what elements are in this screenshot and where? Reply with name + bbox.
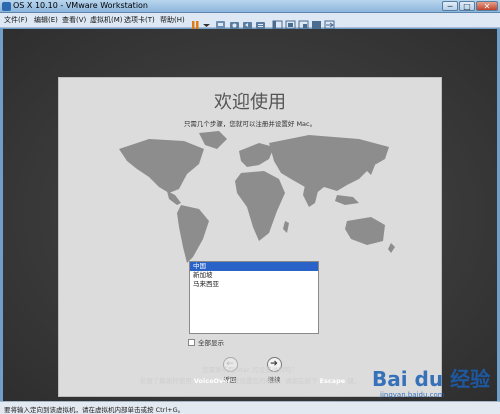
country-option-china[interactable]: 中国 bbox=[190, 262, 318, 271]
library-view-icon[interactable] bbox=[272, 15, 283, 30]
full-screen-icon[interactable] bbox=[285, 15, 296, 30]
power-dropdown-icon[interactable] bbox=[201, 15, 212, 27]
send-ctrl-alt-del-icon[interactable] bbox=[215, 15, 226, 29]
minimize-button[interactable]: ─ bbox=[442, 1, 458, 11]
menu-bar: 文件(F) 编辑(E) 查看(V) 虚拟机(M) 选项卡(T) 帮助(H) bbox=[0, 13, 500, 30]
console-view-icon[interactable] bbox=[311, 15, 322, 29]
close-button[interactable]: ✕ bbox=[476, 1, 498, 11]
window-title: OS X 10.10 - VMware Workstation bbox=[13, 1, 149, 10]
vmware-app-icon bbox=[2, 2, 11, 11]
revert-snapshot-icon[interactable] bbox=[242, 15, 253, 29]
title-bar[interactable]: OS X 10.10 - VMware Workstation ─ □ ✕ bbox=[0, 0, 500, 13]
watermark-logo: Bai du 经验 bbox=[372, 367, 491, 391]
menu-file[interactable]: 文件(F) bbox=[4, 15, 28, 25]
vm-display[interactable]: 欢迎使用 只需几个步骤，您就可以注册并设置好 Mac。 中国 新加坡 马来西亚 … bbox=[3, 29, 497, 401]
pause-icon[interactable] bbox=[190, 15, 201, 29]
menu-tabs[interactable]: 选项卡(T) bbox=[124, 15, 155, 25]
menu-vm[interactable]: 虚拟机(M) bbox=[90, 15, 123, 25]
watermark-url: jingyan.baidu.com bbox=[380, 391, 445, 399]
page-title: 欢迎使用 bbox=[214, 92, 286, 113]
stretch-guest-icon[interactable] bbox=[324, 15, 335, 30]
voiceover-text-post: 键。 bbox=[347, 377, 361, 385]
status-text: 要将输入定向到该虚拟机，请在虚拟机内部单击或按 Ctrl+G。 bbox=[4, 406, 185, 414]
country-option-malaysia[interactable]: 马来西亚 bbox=[190, 280, 318, 289]
vmware-window: OS X 10.10 - VMware Workstation ─ □ ✕ 文件… bbox=[0, 0, 500, 414]
menu-view[interactable]: 查看(V) bbox=[62, 15, 86, 25]
snapshot-icon[interactable] bbox=[229, 15, 240, 29]
country-list[interactable]: 中国 新加坡 马来西亚 bbox=[189, 261, 319, 334]
unity-icon[interactable] bbox=[298, 15, 309, 30]
menu-help[interactable]: 帮助(H) bbox=[160, 15, 185, 25]
voiceover-text-pre: 若要了解如何使用 bbox=[139, 377, 192, 385]
show-all-checkbox[interactable]: 全部显示 bbox=[188, 337, 224, 347]
country-option-singapore[interactable]: 新加坡 bbox=[190, 271, 318, 280]
world-map-image bbox=[119, 131, 395, 263]
voiceover-text-mid: 来设置您的电脑，请现在按下 bbox=[232, 377, 318, 385]
snapshot-manager-icon[interactable] bbox=[255, 15, 266, 29]
show-all-label: 全部显示 bbox=[198, 339, 224, 347]
maximize-button[interactable]: □ bbox=[459, 1, 475, 11]
page-subtitle: 只需几个步骤，您就可以注册并设置好 Mac。 bbox=[183, 120, 317, 128]
checkbox-box[interactable] bbox=[188, 339, 195, 346]
baidu-watermark: Bai du 经验 jingyan.baidu.com bbox=[372, 361, 498, 401]
setup-assistant-panel: 欢迎使用 只需几个步骤，您就可以注册并设置好 Mac。 中国 新加坡 马来西亚 … bbox=[58, 77, 442, 397]
voiceover-name: VoiceOver bbox=[193, 377, 231, 385]
menu-edit[interactable]: 编辑(E) bbox=[34, 15, 58, 25]
escape-key-label: Escape bbox=[319, 377, 346, 385]
status-bar: 要将输入定向到该虚拟机，请在虚拟机内部单击或按 Ctrl+G。 bbox=[0, 401, 500, 414]
